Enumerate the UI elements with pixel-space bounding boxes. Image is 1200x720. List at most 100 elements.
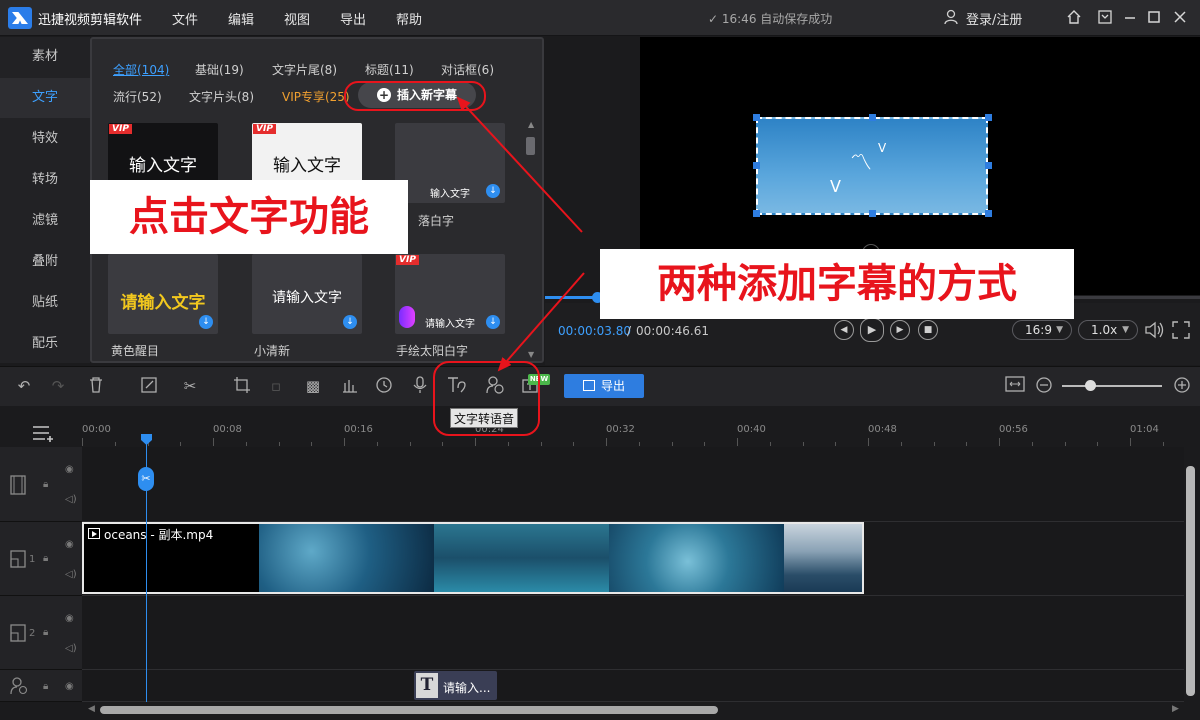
download-icon[interactable]: ↓	[486, 315, 500, 329]
undo-icon[interactable]: ↶	[14, 376, 34, 396]
nav-media[interactable]: 素材	[0, 37, 90, 77]
category-dialog[interactable]: 对话框(6)	[441, 61, 494, 78]
library-scrollbar-thumb[interactable]	[526, 137, 535, 155]
resize-handle[interactable]	[985, 162, 992, 169]
menu-export[interactable]: 导出	[340, 9, 366, 28]
template-thumb[interactable]: VIP 请输入文字 ↓	[395, 254, 505, 334]
timeline-horizontal-scrollbar-thumb[interactable]	[100, 706, 718, 714]
audio-bars-icon[interactable]	[340, 376, 360, 396]
track-subtitle[interactable]	[82, 447, 1184, 522]
category-title[interactable]: 标题(11)	[365, 61, 414, 78]
fullscreen-icon[interactable]	[1172, 321, 1190, 342]
track-video-2[interactable]	[82, 596, 1184, 670]
nav-transitions[interactable]: 转场	[0, 160, 90, 200]
speaker-icon[interactable]: ◁)	[65, 569, 77, 580]
login-link[interactable]: 登录/注册	[966, 9, 1022, 28]
ruler-tick	[737, 438, 738, 446]
crop-icon[interactable]	[232, 376, 252, 396]
settings-icon[interactable]	[1097, 9, 1113, 25]
download-icon[interactable]: ↓	[343, 315, 357, 329]
export-button[interactable]: 导出	[564, 374, 644, 398]
ruler-tick	[376, 442, 378, 446]
maximize-icon[interactable]	[1146, 9, 1162, 25]
eye-icon[interactable]: ◉	[65, 539, 74, 550]
prev-frame-icon[interactable]: ◀	[834, 320, 854, 340]
zoom-in-icon[interactable]	[1172, 376, 1192, 396]
speaker-icon[interactable]: ◁)	[65, 643, 77, 654]
freeze-frame-icon[interactable]: ▫	[266, 376, 286, 396]
category-ending[interactable]: 文字片尾(8)	[272, 61, 337, 78]
timeline-vertical-scrollbar-thumb[interactable]	[1186, 466, 1195, 696]
menu-view[interactable]: 视图	[284, 9, 310, 28]
microphone-icon[interactable]	[410, 376, 430, 396]
template-thumb[interactable]: 请输入文字 ↓	[108, 254, 218, 334]
library-scrollbar[interactable]	[525, 84, 535, 314]
zoom-slider-knob[interactable]	[1085, 380, 1096, 391]
menu-help[interactable]: 帮助	[396, 9, 422, 28]
download-icon[interactable]: ↓	[199, 315, 213, 329]
redo-icon[interactable]: ↷	[48, 376, 68, 396]
template-thumb[interactable]: 输入文字 ↓	[395, 123, 505, 203]
zoom-slider-track[interactable]	[1062, 385, 1162, 387]
scroll-down-icon[interactable]: ▼	[528, 350, 534, 359]
fit-timeline-icon[interactable]	[1005, 376, 1025, 396]
add-track-icon[interactable]	[32, 424, 56, 445]
ruler-tick	[999, 438, 1000, 446]
resize-handle[interactable]	[869, 114, 876, 121]
nav-filters[interactable]: 滤镜	[0, 201, 90, 241]
resize-handle[interactable]	[869, 210, 876, 217]
resize-handle[interactable]	[753, 114, 760, 121]
resize-handle[interactable]	[753, 162, 760, 169]
duration-clock-icon[interactable]	[374, 376, 394, 396]
category-basic[interactable]: 基础(19)	[195, 61, 244, 78]
eye-icon[interactable]: ◉	[65, 613, 74, 624]
menu-edit[interactable]: 编辑	[228, 9, 254, 28]
download-icon[interactable]: ↓	[486, 184, 500, 198]
nav-overlay[interactable]: 叠附	[0, 242, 90, 282]
ruler-tick	[573, 442, 575, 446]
nav-text[interactable]: 文字	[0, 78, 90, 118]
category-all[interactable]: 全部(104)	[113, 61, 169, 78]
eye-icon[interactable]: ◉	[65, 464, 74, 475]
speed-select[interactable]: 1.0x ▼	[1078, 320, 1138, 340]
nav-stickers[interactable]: 贴纸	[0, 283, 90, 323]
category-vip[interactable]: VIP专享(25)	[282, 88, 350, 105]
speaker-icon[interactable]: ◁)	[65, 494, 77, 505]
zoom-out-icon[interactable]	[1034, 376, 1054, 396]
close-icon[interactable]	[1172, 9, 1188, 25]
user-icon[interactable]	[944, 9, 958, 25]
nav-music[interactable]: 配乐	[0, 324, 90, 364]
resize-handle[interactable]	[985, 114, 992, 121]
nav-effects[interactable]: 特效	[0, 119, 90, 159]
scroll-left-icon[interactable]: ◀	[88, 704, 95, 714]
category-opening[interactable]: 文字片头(8)	[189, 88, 254, 105]
next-frame-icon[interactable]: ▶	[890, 320, 910, 340]
current-time: 00:00:03.80	[558, 324, 631, 338]
lock-icon[interactable]: 🔒︎	[43, 681, 48, 692]
resize-handle[interactable]	[985, 210, 992, 217]
scroll-up-icon[interactable]: ▲	[528, 120, 534, 129]
lock-icon[interactable]: 🔒︎	[43, 553, 48, 564]
home-icon[interactable]	[1066, 9, 1082, 25]
split-scissors-icon[interactable]: ✂	[180, 376, 200, 396]
ruler-tick	[671, 442, 673, 446]
play-icon[interactable]: ▶	[860, 318, 884, 342]
mosaic-icon[interactable]: ▩	[303, 376, 323, 396]
track-audio[interactable]	[82, 670, 1184, 702]
scroll-right-icon[interactable]: ▶	[1172, 704, 1179, 714]
playhead-scissors-icon[interactable]: ✂	[138, 467, 154, 491]
aspect-ratio-select[interactable]: 16:9 ▼	[1012, 320, 1072, 340]
category-popular[interactable]: 流行(52)	[113, 88, 162, 105]
menu-file[interactable]: 文件	[172, 9, 198, 28]
resize-handle[interactable]	[753, 210, 760, 217]
delete-icon[interactable]	[86, 376, 106, 396]
minimize-icon[interactable]	[1122, 9, 1138, 25]
preview-video-frame[interactable]: 〽 ᐯ ᐯ	[756, 117, 988, 215]
lock-icon[interactable]: 🔒︎	[43, 479, 48, 490]
stop-icon[interactable]: ■	[918, 320, 938, 340]
volume-icon[interactable]	[1144, 320, 1166, 343]
eye-icon[interactable]: ◉	[65, 681, 74, 692]
lock-icon[interactable]: 🔒︎	[43, 627, 48, 638]
template-thumb[interactable]: 请输入文字 ↓	[252, 254, 362, 334]
edit-icon[interactable]	[139, 376, 159, 396]
